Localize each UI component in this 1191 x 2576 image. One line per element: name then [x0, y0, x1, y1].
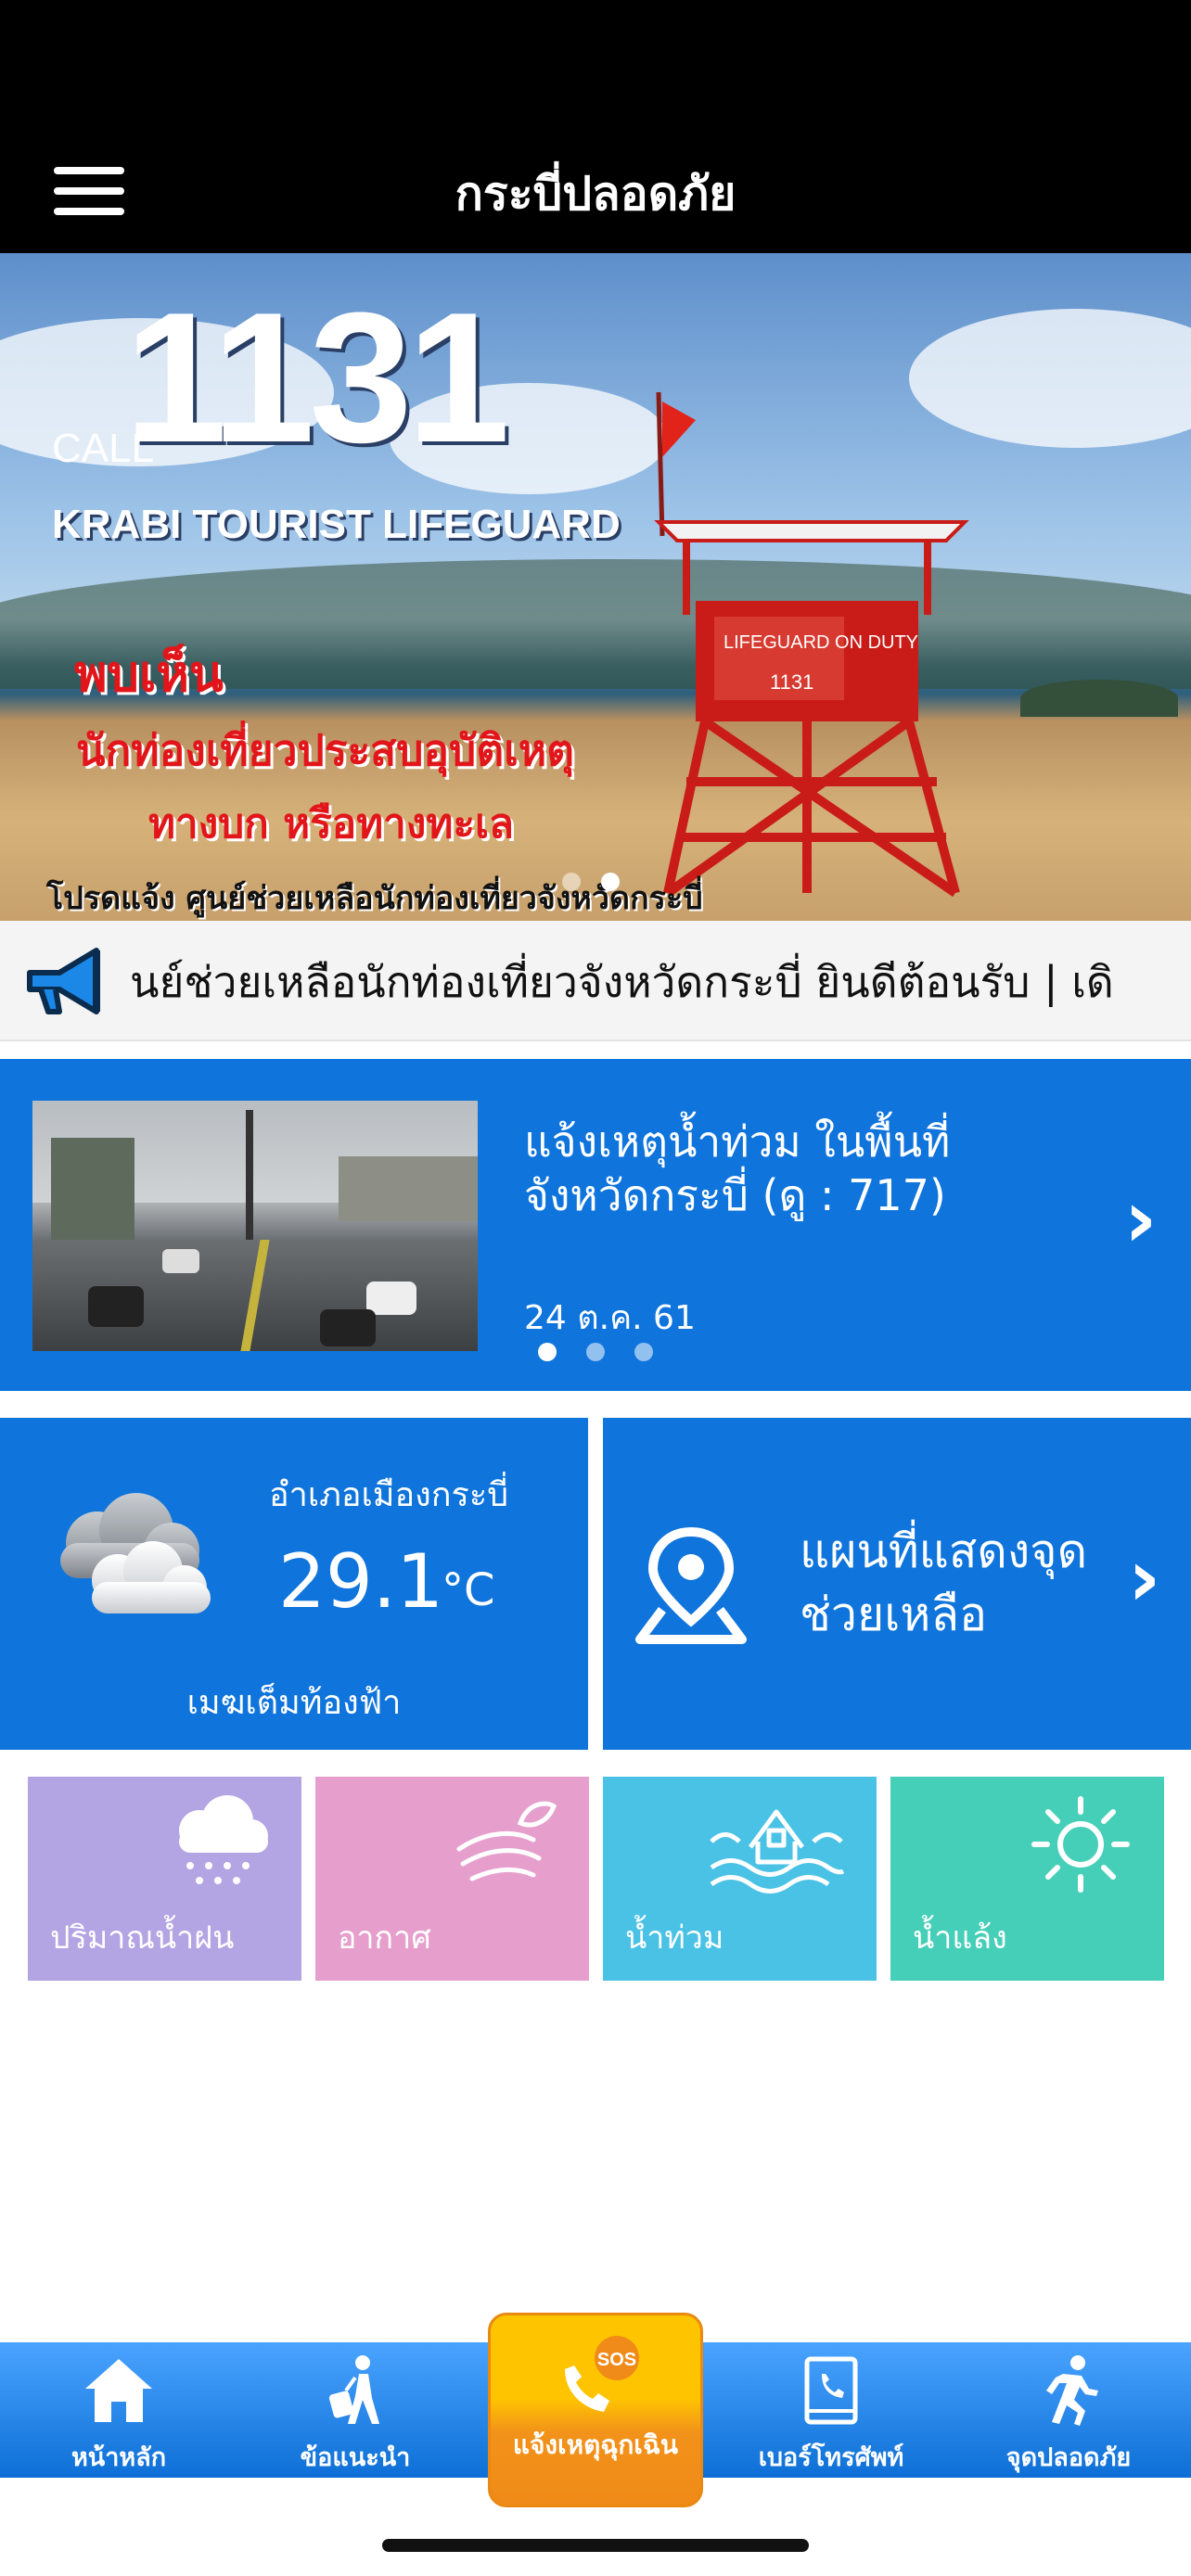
- phonebook-icon: [804, 2356, 858, 2425]
- announcement-ticker[interactable]: นย์ช่วยเหลือนักท่องเที่ยวจังหวัดกระบี่ ย…: [0, 921, 1191, 1041]
- tab-phone-numbers[interactable]: เบอร์โทรศัพท์: [738, 2352, 924, 2477]
- map-card-title: แผนที่แสดงจุดช่วยเหลือ: [800, 1524, 1088, 1641]
- page-dot-active[interactable]: [538, 1343, 557, 1361]
- banner-call-number: 1131: [124, 274, 510, 481]
- home-icon: [85, 2359, 152, 2422]
- map-pin-icon: [635, 1526, 747, 1644]
- nav-bar: กระบี่ปลอดภัย: [0, 130, 1191, 253]
- home-indicator[interactable]: [382, 2539, 809, 2552]
- tab-safe-points[interactable]: จุดปลอดภัย: [976, 2352, 1161, 2477]
- banner-page-indicator[interactable]: [562, 873, 620, 891]
- rain-cloud-icon: [179, 1795, 268, 1884]
- tab-advice[interactable]: ข้อแนะนำ: [263, 2352, 448, 2477]
- tab-label: แจ้งเหตุฉุกเฉิน: [512, 2429, 679, 2460]
- flood-house-icon: [710, 1809, 845, 1894]
- news-title: แจ้งเหตุน้ำท่วม ในพื้นที่จังหวัดกระบี่ (…: [524, 1116, 951, 1220]
- banner-subtitle: KRABI TOURIST LIFEGUARD: [52, 502, 621, 547]
- banner-island: [1020, 680, 1178, 717]
- news-card[interactable]: แจ้งเหตุน้ำท่วม ในพื้นที่จังหวัดกระบี่ (…: [0, 1059, 1191, 1391]
- page-dot[interactable]: [562, 873, 581, 891]
- status-bar: [0, 0, 1191, 130]
- tile-label: ปริมาณน้ำฝน: [50, 1919, 235, 1957]
- page-dot-active[interactable]: [601, 873, 620, 891]
- sun-icon: [1031, 1796, 1130, 1893]
- news-date: 24 ต.ค. 61: [524, 1299, 696, 1337]
- running-person-icon: [1046, 2355, 1098, 2426]
- wind-icon: [456, 1801, 557, 1881]
- banner-headline: พบเห็น: [74, 644, 224, 703]
- tile-label: อากาศ: [338, 1919, 431, 1957]
- lifeguard-tower-image: LIFEGUARD ON DUTY 1131: [654, 391, 969, 898]
- tab-label: ข้อแนะนำ: [300, 2443, 411, 2472]
- tile-label: น้ำแล้ง: [913, 1919, 1007, 1957]
- banner-line-2: นักท่องเที่ยวประสบอุบัติเหตุ: [76, 725, 575, 775]
- sos-phone-icon: SOS: [565, 2336, 639, 2412]
- tab-home[interactable]: หน้าหลัก: [26, 2352, 211, 2477]
- ticker-text: นย์ช่วยเหลือนักท่องเที่ยวจังหวัดกระบี่ ย…: [130, 957, 1114, 1007]
- megaphone-icon: [27, 948, 100, 1014]
- tile-flood[interactable]: น้ำท่วม: [603, 1777, 877, 1981]
- banner-call-label: CALL: [52, 426, 155, 471]
- sos-badge: SOS: [597, 2350, 636, 2370]
- tile-label: น้ำท่วม: [625, 1919, 724, 1957]
- tower-sign-number: 1131: [770, 670, 813, 694]
- news-page-indicator[interactable]: [538, 1343, 653, 1361]
- banner-carousel[interactable]: LIFEGUARD ON DUTY 1131 1131 CALL KRABI T…: [0, 253, 1191, 921]
- page-dot[interactable]: [634, 1343, 653, 1361]
- chevron-right-icon[interactable]: ›: [1124, 1180, 1157, 1259]
- tile-drought[interactable]: น้ำแล้ง: [890, 1777, 1164, 1981]
- tower-sign-text: LIFEGUARD ON DUTY: [724, 632, 918, 653]
- tile-weather[interactable]: อากาศ: [315, 1777, 589, 1981]
- chevron-right-icon[interactable]: ›: [1128, 1538, 1160, 1618]
- help-points-map-card[interactable]: แผนที่แสดงจุดช่วยเหลือ ›: [603, 1418, 1191, 1750]
- page-title: กระบี่ปลอดภัย: [455, 167, 736, 221]
- weather-description: เมฆเต็มท้องฟ้า: [186, 1684, 402, 1722]
- news-photo: [32, 1101, 478, 1351]
- weather-temperature: 29.1: [278, 1538, 444, 1625]
- tab-label: จุดปลอดภัย: [1005, 2443, 1132, 2472]
- tab-emergency-sos[interactable]: SOS แจ้งเหตุฉุกเฉิน: [488, 2313, 703, 2507]
- page-dot[interactable]: [586, 1343, 605, 1361]
- cloudy-icon: [60, 1493, 211, 1613]
- traveler-icon: [328, 2355, 379, 2424]
- weather-district: อำเภอเมืองกระบี่: [269, 1476, 509, 1514]
- weather-unit: °C: [442, 1564, 495, 1616]
- banner-line-3: ทางบก หรือทางทะเล: [148, 800, 514, 848]
- tile-rainfall[interactable]: ปริมาณน้ำฝน: [28, 1777, 301, 1981]
- tab-label: เบอร์โทรศัพท์: [758, 2443, 904, 2472]
- weather-card[interactable]: อำเภอเมืองกระบี่ 29.1 °C เมฆเต็มท้องฟ้า: [0, 1418, 588, 1750]
- tab-label: หน้าหลัก: [70, 2443, 167, 2472]
